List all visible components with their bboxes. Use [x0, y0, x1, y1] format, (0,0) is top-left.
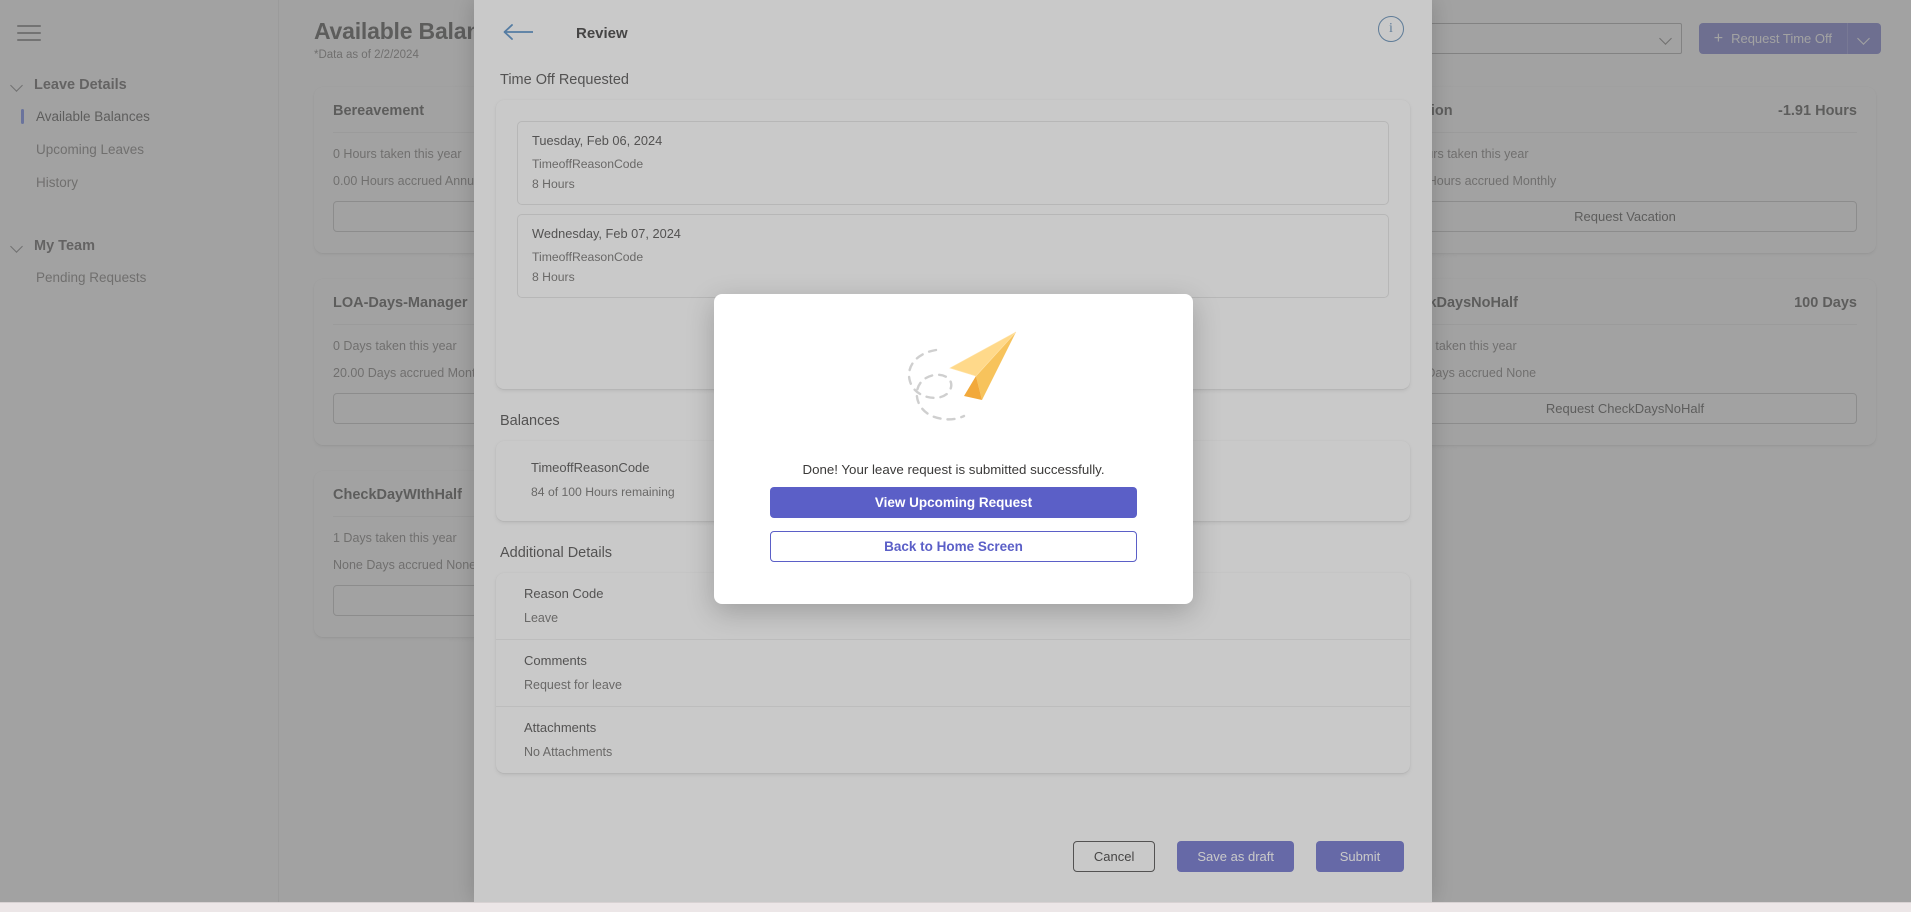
paper-plane-icon	[864, 324, 1044, 454]
view-upcoming-request-button[interactable]: View Upcoming Request	[770, 487, 1137, 518]
app-root: Leave Details Available Balances Upcomin…	[0, 0, 1911, 912]
bottom-chrome-strip	[0, 902, 1911, 912]
back-to-home-screen-button[interactable]: Back to Home Screen	[770, 531, 1137, 562]
success-message: Done! Your leave request is submitted su…	[802, 462, 1104, 477]
success-modal: Done! Your leave request is submitted su…	[714, 294, 1193, 604]
